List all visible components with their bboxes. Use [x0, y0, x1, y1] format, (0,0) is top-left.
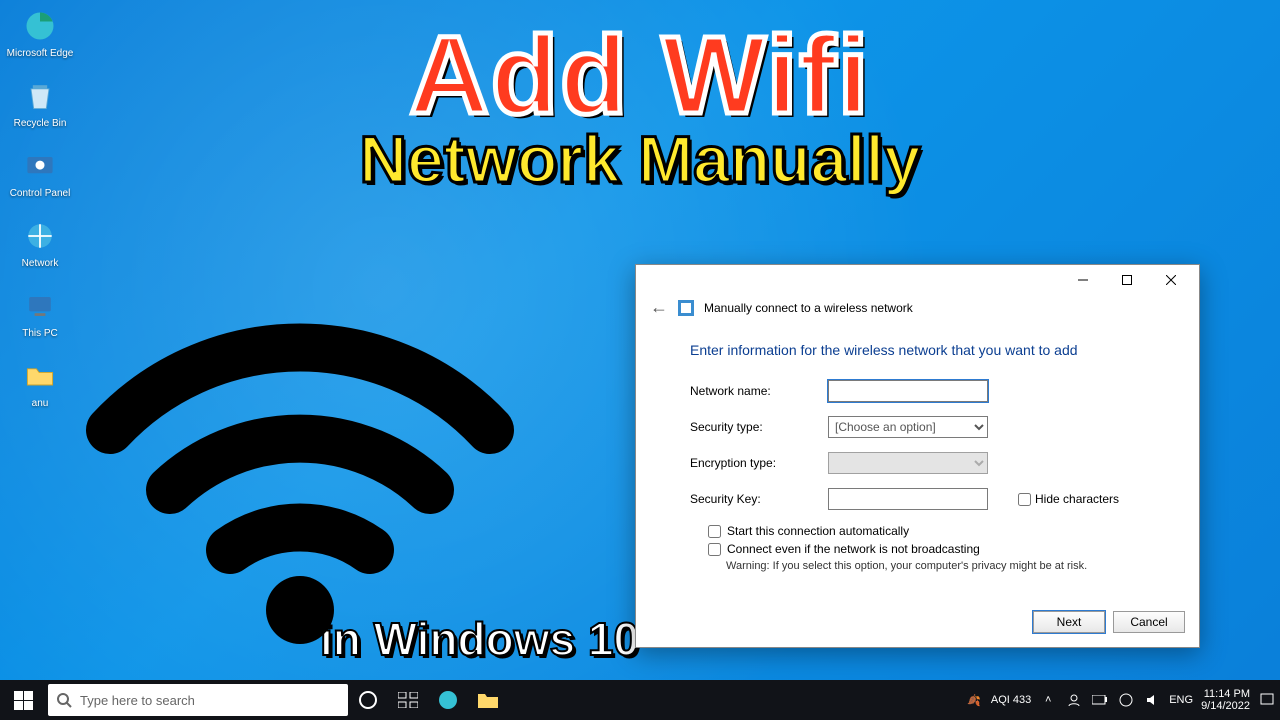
desktop-icon-label: Control Panel	[6, 188, 74, 199]
desktop-icon-label: anu	[6, 398, 74, 409]
auto-start-checkbox[interactable]	[708, 525, 721, 538]
titlebar	[636, 265, 1199, 295]
this-pc-icon	[20, 286, 60, 326]
recycle-bin-icon	[20, 76, 60, 116]
desktop-icon-control-panel[interactable]: Control Panel	[6, 146, 74, 199]
system-tray: 🍂 AQI 433 ˄ ENG 11:14 PM 9/14/2022	[965, 688, 1280, 712]
label-network-name: Network name:	[690, 384, 818, 398]
tray-weather-icon[interactable]: 🍂	[965, 691, 983, 709]
desktop-icon-folder[interactable]: anu	[6, 356, 74, 409]
desktop-icon-label: Microsoft Edge	[6, 48, 74, 59]
overlay-line2: Network Manually	[359, 121, 920, 197]
hide-characters-option[interactable]: Hide characters	[1018, 492, 1119, 506]
tray-aqi[interactable]: AQI 433	[991, 694, 1031, 706]
tray-clock[interactable]: 11:14 PM 9/14/2022	[1201, 688, 1250, 712]
desktop-icon-recycle-bin[interactable]: Recycle Bin	[6, 76, 74, 129]
overlay-title: Add Wifi Network Manually	[359, 12, 920, 197]
dialog-manually-connect: ← Manually connect to a wireless network…	[635, 264, 1200, 648]
minimize-button[interactable]	[1061, 266, 1105, 294]
folder-icon	[20, 356, 60, 396]
tray-people-icon[interactable]	[1065, 691, 1083, 709]
tray-notifications-icon[interactable]	[1258, 691, 1276, 709]
desktop-icon-label: This PC	[6, 328, 74, 339]
security-type-select[interactable]: [Choose an option]	[828, 416, 988, 438]
search-placeholder: Type here to search	[80, 693, 195, 708]
desktop-icon-this-pc[interactable]: This PC	[6, 286, 74, 339]
connect-hidden-option[interactable]: Connect even if the network is not broad…	[708, 542, 1159, 556]
tray-time: 11:14 PM	[1201, 688, 1250, 700]
desktop-icon-network[interactable]: Network	[6, 216, 74, 269]
dialog-heading: Enter information for the wireless netwo…	[690, 342, 1159, 358]
control-panel-icon	[20, 146, 60, 186]
hide-characters-label: Hide characters	[1035, 492, 1119, 506]
next-button[interactable]: Next	[1033, 611, 1105, 633]
label-encryption-type: Encryption type:	[690, 456, 818, 470]
overlay-line1: Add Wifi	[359, 12, 920, 139]
tray-chevron-up-icon[interactable]: ˄	[1039, 691, 1057, 709]
tray-language[interactable]: ENG	[1169, 694, 1193, 706]
task-view-icon[interactable]	[388, 680, 428, 720]
maximize-button[interactable]	[1105, 266, 1149, 294]
search-box[interactable]: Type here to search	[48, 684, 348, 716]
windows-logo-icon	[14, 691, 33, 710]
taskbar: Type here to search 🍂 AQI 433 ˄ ENG 11:1…	[0, 680, 1280, 720]
search-icon	[56, 692, 72, 708]
security-key-input[interactable]	[828, 488, 988, 510]
desktop: Microsoft Edge Recycle Bin Control Panel…	[0, 0, 1280, 720]
warning-text: Warning: If you select this option, your…	[726, 560, 1159, 572]
desktop-icon-edge[interactable]: Microsoft Edge	[6, 6, 74, 59]
connect-hidden-checkbox[interactable]	[708, 543, 721, 556]
taskbar-app-explorer[interactable]	[468, 680, 508, 720]
start-button[interactable]	[0, 680, 46, 720]
desktop-icon-label: Recycle Bin	[6, 118, 74, 129]
cancel-button[interactable]: Cancel	[1113, 611, 1185, 633]
tray-battery-icon[interactable]	[1091, 691, 1109, 709]
cortana-icon[interactable]	[348, 680, 388, 720]
connect-hidden-label: Connect even if the network is not broad…	[727, 542, 980, 556]
dialog-title: Manually connect to a wireless network	[704, 301, 913, 315]
wizard-icon	[678, 300, 694, 316]
hide-characters-checkbox[interactable]	[1018, 493, 1031, 506]
network-icon	[20, 216, 60, 256]
tray-volume-icon[interactable]	[1143, 691, 1161, 709]
desktop-icon-label: Network	[6, 258, 74, 269]
back-button[interactable]: ←	[650, 297, 668, 318]
wifi-graphic-icon	[70, 250, 530, 650]
taskbar-app-edge[interactable]	[428, 680, 468, 720]
encryption-type-select	[828, 452, 988, 474]
close-button[interactable]	[1149, 266, 1193, 294]
auto-start-option[interactable]: Start this connection automatically	[708, 524, 1159, 538]
tray-date: 9/14/2022	[1201, 700, 1250, 712]
label-security-key: Security Key:	[690, 492, 818, 506]
edge-icon	[20, 6, 60, 46]
tray-network-icon[interactable]	[1117, 691, 1135, 709]
auto-start-label: Start this connection automatically	[727, 524, 909, 538]
label-security-type: Security type:	[690, 420, 818, 434]
network-name-input[interactable]	[828, 380, 988, 402]
